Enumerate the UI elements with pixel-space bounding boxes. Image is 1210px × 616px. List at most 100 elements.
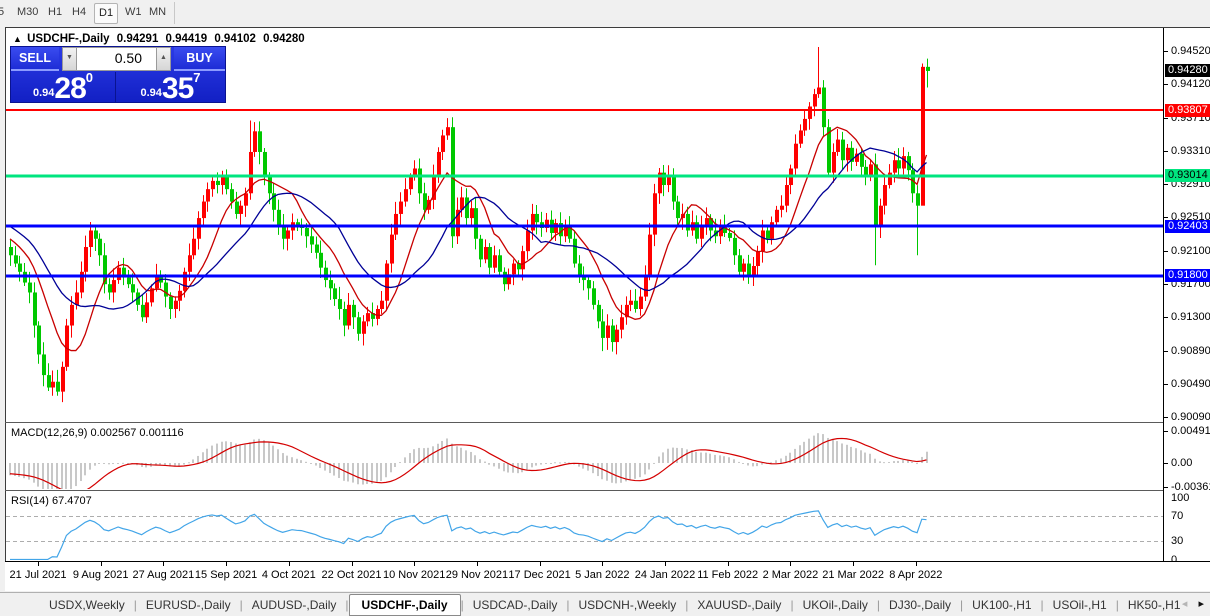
axis-tick-mark bbox=[1164, 118, 1168, 120]
tab-scroll-left-icon[interactable]: ◂ bbox=[1182, 598, 1188, 610]
rsi-axis-label: 30 bbox=[1171, 535, 1184, 548]
date-tick-mark bbox=[351, 562, 353, 566]
date-tick-mark bbox=[100, 562, 102, 566]
date-tick-mark bbox=[288, 562, 290, 566]
timeframe-toolbar: 5 M30 H1 H4 D1 W1 MN bbox=[0, 0, 1210, 26]
date-tick-mark bbox=[539, 562, 541, 566]
buy-price-prefix: 0.94 bbox=[140, 87, 162, 99]
date-tick-label: 8 Apr 2022 bbox=[889, 569, 943, 581]
sell-button[interactable]: SELL bbox=[11, 47, 59, 71]
axis-tick-mark bbox=[1164, 151, 1168, 153]
date-tick-mark bbox=[602, 562, 604, 566]
timeframe-button-D1[interactable]: D1 bbox=[94, 3, 119, 24]
macd-axis-label: 0.00 bbox=[1171, 457, 1193, 469]
macd-axis-label: 0.004913 bbox=[1171, 425, 1210, 437]
volume-increase-button[interactable]: ▲ bbox=[156, 47, 171, 71]
timeframe-button-5[interactable]: 5 bbox=[0, 3, 8, 22]
sell-price-prefix: 0.94 bbox=[32, 87, 55, 99]
axis-tick-mark bbox=[1164, 463, 1168, 464]
tab-scroll-arrows: ◂ ▸ bbox=[1182, 597, 1204, 610]
timeframe-button-MN[interactable]: MN bbox=[145, 3, 170, 22]
volume-input[interactable]: 0.50 bbox=[77, 47, 156, 71]
chart-tab-audusd-daily[interactable]: AUDUSD-,Daily bbox=[243, 595, 346, 615]
axis-tick-mark bbox=[1164, 486, 1168, 488]
price-axis[interactable]: 0.94520 0.94120 0.93710 0.93310 0.92910 0.925… bbox=[1163, 28, 1210, 566]
date-tick-label: 2 Mar 2022 bbox=[762, 569, 819, 581]
date-tick-label: 17 Dec 2021 bbox=[508, 569, 571, 581]
date-tick-label: 9 Aug 2021 bbox=[72, 569, 129, 581]
buy-price-sup: 7 bbox=[193, 70, 201, 85]
axis-tick-mark bbox=[1164, 51, 1168, 53]
quote-open: 0.94291 bbox=[116, 33, 159, 45]
date-tick-label: 11 Feb 2022 bbox=[697, 569, 759, 581]
volume-decrease-button[interactable]: ▼ bbox=[62, 47, 77, 71]
price-level-badge: 0.93807 bbox=[1165, 103, 1210, 117]
date-tick-label: 21 Jul 2021 bbox=[9, 569, 67, 581]
sell-price-display[interactable]: 0.94 28 0 bbox=[11, 70, 116, 105]
chart-tab-usdx-weekly[interactable]: USDX,Weekly bbox=[40, 595, 134, 615]
date-axis[interactable]: 21 Jul 2021 9 Aug 2021 27 Aug 2021 15 Sep 2… bbox=[5, 561, 1210, 591]
axis-tick-mark bbox=[1164, 251, 1168, 253]
date-tick-label: 5 Jan 2022 bbox=[575, 569, 630, 581]
price-tick-label: 0.91300 bbox=[1171, 311, 1210, 324]
axis-tick-mark bbox=[1164, 384, 1168, 386]
buy-price-display[interactable]: 0.94 35 7 bbox=[118, 70, 223, 105]
rsi-name: RSI(14) 67.4707 bbox=[11, 495, 92, 507]
price-tick-label: 0.94520 bbox=[1171, 45, 1210, 58]
rsi-canvas[interactable] bbox=[6, 493, 1163, 560]
price-level-badge: 0.93014 bbox=[1165, 169, 1210, 183]
axis-tick-mark bbox=[1164, 84, 1168, 86]
chart-tab-xauusd-daily[interactable]: XAUUSD-,Daily bbox=[688, 595, 790, 615]
date-tick-mark bbox=[727, 562, 729, 566]
chart-tab-usdcad-daily[interactable]: USDCAD-,Daily bbox=[464, 595, 567, 615]
tab-scroll-right-icon[interactable]: ▸ bbox=[1198, 598, 1204, 610]
date-tick-mark bbox=[414, 562, 416, 566]
buy-button[interactable]: BUY bbox=[174, 47, 225, 71]
chart-tab-usdcnh-weekly[interactable]: USDCNH-,Weekly bbox=[570, 595, 686, 615]
price-level-badge: 0.92403 bbox=[1165, 219, 1210, 233]
chart-tab-uk100-h1[interactable]: UK100-,H1 bbox=[963, 595, 1040, 615]
chart-tab-usdchf-daily[interactable]: USDCHF-,Daily bbox=[348, 594, 461, 616]
symbol-arrow-icon: ▲ bbox=[13, 34, 22, 44]
date-tick-label: 15 Sep 2021 bbox=[194, 569, 258, 581]
axis-tick-mark bbox=[1164, 217, 1168, 219]
timeframe-button-M30[interactable]: M30 bbox=[13, 3, 42, 22]
quote-high: 0.94419 bbox=[165, 33, 208, 45]
chart-tab-bar: USDX,Weekly | EURUSD-,Daily | AUDUSD-,Daily |… bbox=[0, 592, 1210, 616]
quote-symbol: USDCHF-,Daily bbox=[27, 33, 110, 45]
chart-tab-eurusd-daily[interactable]: EURUSD-,Daily bbox=[137, 595, 240, 615]
price-tick-label: 0.90090 bbox=[1171, 411, 1210, 424]
rsi-axis-label: 70 bbox=[1171, 510, 1184, 523]
quote-close: 0.94280 bbox=[263, 33, 305, 45]
axis-tick-mark bbox=[1164, 184, 1168, 186]
macd-axis-label: -0.003614 bbox=[1171, 480, 1210, 493]
macd-rsi-splitter[interactable] bbox=[5, 490, 1210, 491]
chart-tab-usoil-h1[interactable]: USOil-,H1 bbox=[1044, 595, 1116, 615]
date-tick-mark bbox=[163, 562, 165, 566]
price-tick-label: 0.93310 bbox=[1171, 145, 1210, 158]
date-tick-label: 22 Oct 2021 bbox=[321, 569, 382, 581]
quote-low: 0.94102 bbox=[214, 33, 256, 45]
price-level-badge: 0.91800 bbox=[1165, 269, 1210, 283]
rsi-axis-label: 100 bbox=[1171, 492, 1190, 504]
date-tick-mark bbox=[665, 562, 666, 566]
buy-price-big: 35 bbox=[161, 72, 194, 105]
timeframe-button-H1[interactable]: H1 bbox=[44, 3, 66, 22]
date-tick-label: 21 Mar 2022 bbox=[822, 569, 884, 581]
timeframe-button-W1[interactable]: W1 bbox=[121, 3, 146, 22]
date-tick-mark bbox=[853, 562, 855, 566]
chart-tab-dj30-daily[interactable]: DJ30-,Daily bbox=[880, 595, 960, 615]
rsi-label: RSI(14) 67.4707 bbox=[11, 495, 92, 507]
sell-price-sup: 0 bbox=[85, 70, 94, 85]
chart-tab-hk50-h1[interactable]: HK50-,H1 bbox=[1119, 595, 1190, 615]
chart-tab-ukoil-daily[interactable]: UKOil-,Daily bbox=[794, 595, 877, 615]
axis-tick-mark bbox=[1164, 317, 1168, 319]
sell-price-big: 28 bbox=[54, 72, 86, 105]
date-tick-label: 24 Jan 2022 bbox=[634, 569, 696, 581]
main-macd-splitter[interactable] bbox=[5, 422, 1210, 423]
toolbar-separator bbox=[174, 2, 175, 24]
axis-tick-mark bbox=[1164, 431, 1168, 432]
date-tick-mark bbox=[226, 562, 228, 566]
price-tick-label: 0.92100 bbox=[1171, 245, 1210, 258]
timeframe-button-H4[interactable]: H4 bbox=[68, 3, 90, 22]
